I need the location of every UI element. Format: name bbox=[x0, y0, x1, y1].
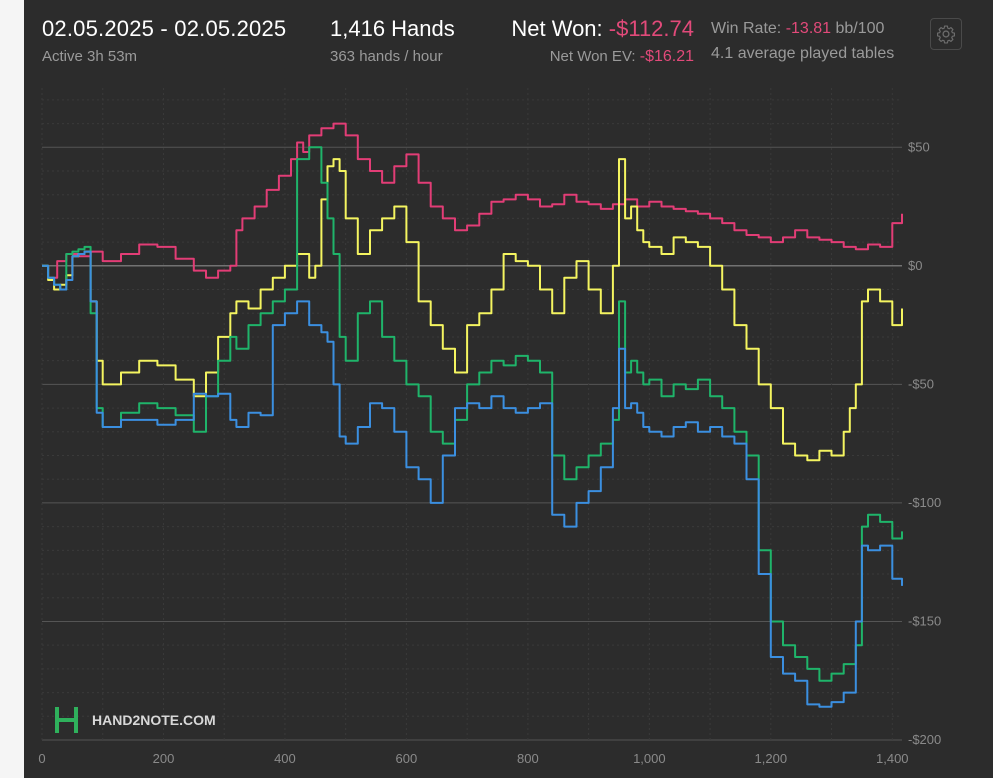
series-line-0 bbox=[42, 122, 903, 279]
y-tick-label: $0 bbox=[908, 258, 922, 273]
series-line-2 bbox=[42, 146, 903, 682]
grid bbox=[41, 88, 902, 741]
y-tick-label: -$150 bbox=[908, 613, 941, 628]
hand2note-logo-icon bbox=[55, 707, 78, 733]
y-tick-label: -$50 bbox=[908, 376, 934, 391]
hand2note-logo: HAND2NOTE.COM bbox=[55, 707, 216, 733]
y-tick-label: -$200 bbox=[908, 732, 941, 747]
x-tick-label: 600 bbox=[396, 751, 418, 766]
x-tick-label: 0 bbox=[38, 751, 45, 766]
x-tick-label: 400 bbox=[274, 751, 296, 766]
x-axis-ticks: 0 200 400 600 800 1,000 1,200 1,400 bbox=[38, 751, 908, 766]
y-tick-label: $50 bbox=[908, 139, 930, 154]
y-axis-ticks: $50 $0 -$50 -$100 -$150 -$200 bbox=[908, 139, 941, 747]
x-tick-label: 1,400 bbox=[876, 751, 909, 766]
series-lines bbox=[42, 122, 903, 708]
net-won-chart: $50 $0 -$50 -$100 -$150 -$200 0 200 400 600 800 1,… bbox=[38, 88, 941, 766]
y-tick-label: -$100 bbox=[908, 495, 941, 510]
hand2note-logo-text: HAND2NOTE.COM bbox=[92, 712, 216, 728]
x-tick-label: 800 bbox=[517, 751, 539, 766]
series-line-1 bbox=[42, 158, 903, 462]
x-tick-label: 1,200 bbox=[755, 751, 788, 766]
x-tick-label: 200 bbox=[153, 751, 175, 766]
x-tick-label: 1,000 bbox=[633, 751, 666, 766]
